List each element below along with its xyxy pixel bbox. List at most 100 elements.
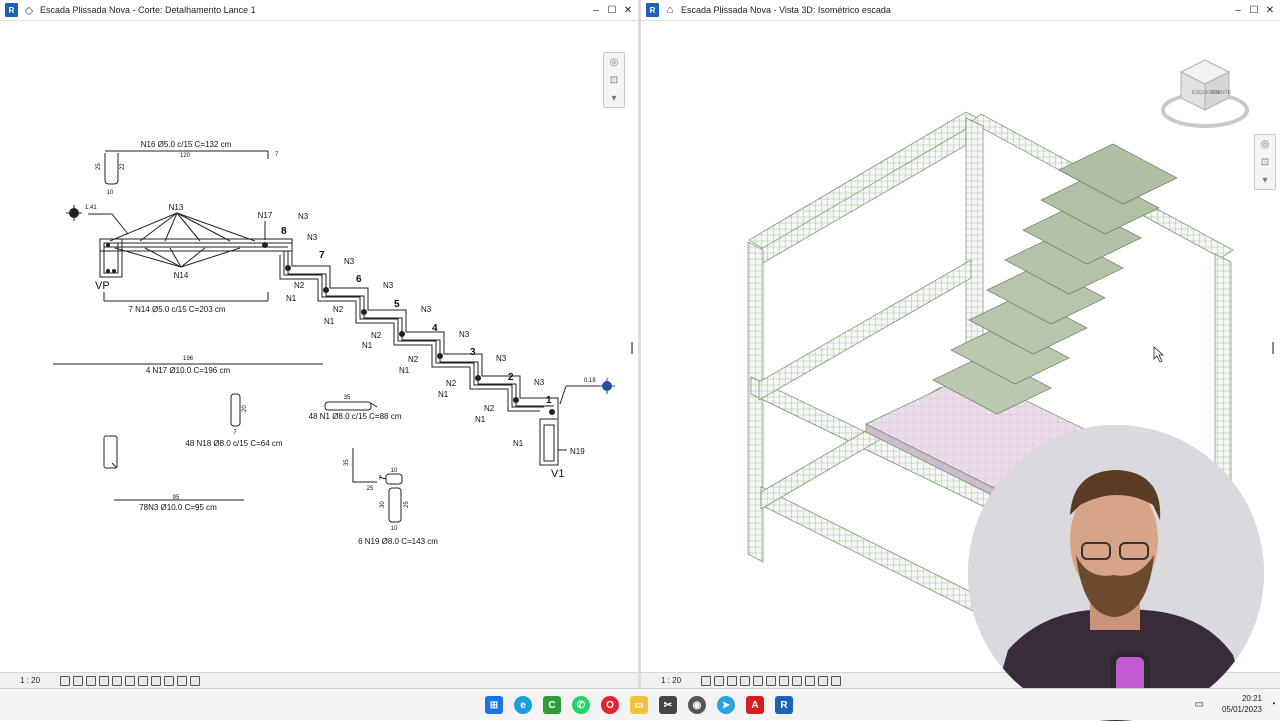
section-drawing-canvas[interactable]: N16 Ø5.0 c/15 C=132 cm 120 25 22 10 7 1.… [0,22,638,672]
shadows-icon[interactable] [740,676,750,686]
view-control-icons[interactable] [60,676,200,686]
revit-icon[interactable]: R [775,696,793,714]
vertical-scrollbar-left[interactable] [631,342,633,354]
camtasia-icon[interactable]: C [543,696,561,714]
analytical-model-icon[interactable] [190,676,200,686]
view-control-icons[interactable] [701,676,841,686]
maximize-button[interactable]: ☐ [606,3,618,17]
n19-tag: N19 [570,447,585,456]
step-number-4: 4 [432,323,438,334]
viewcube: ESQUERDA FRENTE [1163,60,1247,126]
crop-view-icon[interactable] [112,676,122,686]
navigation-bar-right[interactable]: ◎ ⊡ ▾ [1254,134,1276,190]
elevation-right: 0.18 [584,378,596,384]
n17-length: 196 [183,356,194,362]
lock-3d-view-icon[interactable] [766,676,776,686]
visual-style-icon[interactable] [714,676,724,686]
left-view-titlebar[interactable]: R ◇ Escada Plissada Nova - Corte: Detalh… [0,0,638,21]
zoom-icon[interactable]: ⊡ [604,71,624,89]
notifications-icon[interactable]: ◔ [1270,699,1276,710]
reveal-hidden-icon[interactable] [151,676,161,686]
reveal-hidden-icon[interactable] [818,676,828,686]
elevation-marker-right [599,378,615,394]
n3-length: 95 [173,495,180,501]
windows-taskbar: ⊞ e C ✆ O ▭ ✂ ◉ ➤ A R ▭ 20:21 05/01/2023… [0,688,1280,720]
battery-icon[interactable]: ▭ [1195,699,1204,710]
sun-path-icon[interactable] [727,676,737,686]
left-view-control-bar: 1 : 20 [0,672,638,688]
steering-wheel-icon[interactable]: ◎ [1255,135,1275,153]
chrome-icon[interactable]: ◉ [688,696,706,714]
navigation-bar-left[interactable]: ◎ ⊡ ▾ [603,52,625,108]
clock-time: 20:21 [1222,693,1262,704]
elevation-left: 1.41 [85,205,97,211]
n3-tag-6: N3 [344,257,355,266]
edge-icon[interactable]: e [514,696,532,714]
rebar-detail-drawing: N16 Ø5.0 c/15 C=132 cm 120 25 22 10 7 1.… [0,22,639,672]
n2-tag-2: N2 [484,404,495,413]
chevron-down-icon[interactable]: ▾ [1255,171,1275,189]
n16-label: N16 Ø5.0 c/15 C=132 cm [141,140,232,149]
close-button[interactable]: ✕ [1264,3,1276,17]
chevron-down-icon[interactable]: ▾ [604,89,624,107]
shadows-icon[interactable] [99,676,109,686]
n2-tag-7: N2 [294,281,305,290]
webcam-overlay [968,425,1264,721]
windows-start-icon[interactable]: ⊞ [485,696,503,714]
show-crop-icon[interactable] [125,676,135,686]
n1-tag-7: N1 [324,317,335,326]
maximize-button[interactable]: ☐ [1248,3,1260,17]
n3-tag-4: N3 [421,305,432,314]
n2-tag-4: N2 [408,355,419,364]
analytical-model-icon[interactable] [831,676,841,686]
detail-level-icon[interactable] [701,676,711,686]
telegram-icon[interactable]: ➤ [717,696,735,714]
right-view-title: Escada Plissada Nova - Vista 3D: Isométr… [681,5,891,15]
acrobat-icon[interactable]: A [746,696,764,714]
n1-tag-4: N1 [438,390,449,399]
lock-view-icon[interactable] [164,676,174,686]
n3-tag-2: N3 [496,354,507,363]
temporary-hide-icon[interactable] [805,676,815,686]
view-scale[interactable]: 1 : 20 [20,676,60,685]
vertical-scrollbar-right[interactable] [1272,342,1274,354]
step-number-3: 3 [470,347,476,358]
temporary-hide-icon[interactable] [138,676,148,686]
zoom-icon[interactable]: ⊡ [1255,153,1275,171]
visual-style-icon[interactable] [73,676,83,686]
step-number-8: 8 [281,226,287,237]
n19-dim-7: 10 [391,526,398,532]
minimize-button[interactable]: – [1232,3,1244,17]
view-scale[interactable]: 1 : 20 [661,676,701,685]
crop-view-icon[interactable] [779,676,789,686]
elevation-marker-left [66,205,82,221]
n14-bar-label: 7 N14 Ø5.0 c/15 C=203 cm [128,305,226,314]
n16-h2: 22 [120,163,126,170]
step-number-7: 7 [319,250,325,261]
whatsapp-icon[interactable]: ✆ [572,696,590,714]
snipping-tool-icon[interactable]: ✂ [659,696,677,714]
highlight-displacement-icon[interactable] [177,676,187,686]
opera-icon[interactable]: O [601,696,619,714]
v1-label: V1 [551,468,564,480]
vp-label: VP [95,280,110,292]
n19-dim-4: 7 [378,476,382,482]
section-view-window[interactable]: R ◇ Escada Plissada Nova - Corte: Detalh… [0,0,639,688]
render-icon[interactable] [753,676,763,686]
revit-logo-icon: R [646,3,659,17]
n19-dim-6: 25 [404,501,410,508]
n19-dim-3: 25 [367,486,374,492]
detail-level-icon[interactable] [60,676,70,686]
n1-tag-3: N1 [475,415,486,424]
close-button[interactable]: ✕ [622,3,634,17]
right-view-titlebar[interactable]: R ⌂ Escada Plissada Nova - Vista 3D: Iso… [641,0,1280,21]
steering-wheel-icon[interactable]: ◎ [604,53,624,71]
sun-path-icon[interactable] [86,676,96,686]
show-crop-icon[interactable] [792,676,802,686]
system-clock[interactable]: 20:21 05/01/2023 [1222,693,1262,715]
file-explorer-icon[interactable]: ▭ [630,696,648,714]
step-number-1: 1 [546,395,552,406]
revit-logo-icon: R [5,3,18,17]
minimize-button[interactable]: – [590,3,602,17]
left-view-title: Escada Plissada Nova - Corte: Detalhamen… [40,5,256,15]
